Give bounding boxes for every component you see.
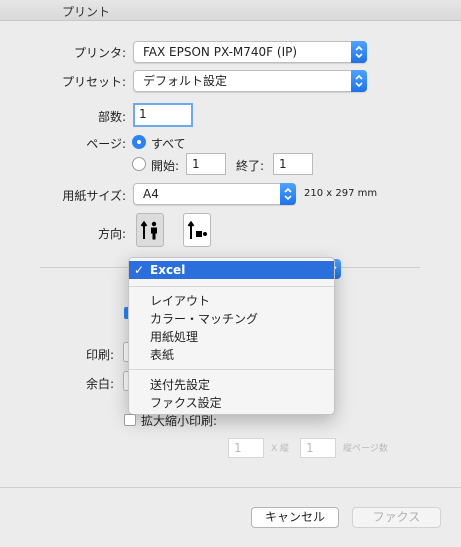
preset-label: プリセット: bbox=[61, 75, 126, 89]
menu-item-color-matching[interactable]: カラー・マッチング bbox=[150, 310, 258, 327]
pages-all-radio[interactable] bbox=[132, 135, 146, 149]
menu-item-label: Excel bbox=[150, 263, 186, 277]
scale-print-label: 拡大縮小印刷: bbox=[141, 414, 218, 428]
orientation-portrait-button[interactable] bbox=[136, 213, 164, 247]
menu-separator bbox=[129, 286, 334, 287]
menu-item-excel[interactable]: ✓ Excel bbox=[129, 261, 334, 279]
popup-stepper-icon bbox=[351, 41, 367, 63]
pages-from-label: 開始: bbox=[151, 159, 180, 173]
title-bar: プリント bbox=[0, 0, 461, 21]
menu-item-fax-settings[interactable]: ファクス設定 bbox=[150, 394, 222, 411]
pages-to-input[interactable]: 1 bbox=[273, 153, 313, 175]
menu-item-paper-handling[interactable]: 用紙処理 bbox=[150, 328, 198, 345]
orientation-label: 方向: bbox=[97, 227, 126, 241]
copies-label: 部数: bbox=[97, 110, 126, 124]
scale-x-label: X 縦 bbox=[271, 444, 290, 454]
margin-label: 余白: bbox=[85, 377, 114, 391]
orientation-landscape-button[interactable] bbox=[183, 213, 211, 247]
footer-divider bbox=[0, 487, 461, 488]
scale-y-input[interactable]: 1 bbox=[300, 438, 336, 458]
scale-print-checkbox[interactable] bbox=[124, 414, 136, 426]
fax-button[interactable]: ファクス bbox=[352, 507, 441, 528]
pages-all-label: すべて bbox=[151, 137, 186, 151]
pages-to-label: 終了: bbox=[236, 159, 265, 173]
paper-size-popup[interactable]: A4 bbox=[133, 183, 296, 205]
preset-value: デフォルト設定 bbox=[143, 74, 228, 88]
print-label: 印刷: bbox=[85, 348, 114, 362]
scale-y-label: 縦ページ数 bbox=[343, 444, 388, 454]
pages-label: ページ: bbox=[86, 137, 126, 151]
menu-separator bbox=[129, 369, 334, 370]
landscape-icon bbox=[187, 220, 207, 239]
popup-stepper-icon bbox=[351, 70, 367, 92]
menu-item-layout[interactable]: レイアウト bbox=[150, 292, 210, 309]
section-menu: ✓ Excel レイアウト カラー・マッチング 用紙処理 表紙 送付先設定 ファ… bbox=[128, 257, 335, 415]
printer-label: プリンタ: bbox=[73, 46, 126, 60]
paper-size-value: A4 bbox=[143, 187, 159, 201]
menu-item-cover[interactable]: 表紙 bbox=[150, 346, 174, 363]
printer-value: FAX EPSON PX-M740F (IP) bbox=[143, 45, 298, 59]
portrait-icon bbox=[140, 220, 157, 240]
pages-from-input[interactable]: 1 bbox=[186, 153, 226, 175]
preset-popup[interactable]: デフォルト設定 bbox=[133, 70, 367, 92]
paper-size-label: 用紙サイズ: bbox=[62, 189, 126, 203]
cancel-button[interactable]: キャンセル bbox=[251, 507, 339, 528]
popup-stepper-icon bbox=[280, 183, 296, 205]
check-icon: ✓ bbox=[134, 263, 145, 277]
printer-popup[interactable]: FAX EPSON PX-M740F (IP) bbox=[133, 41, 367, 63]
scale-x-input[interactable]: 1 bbox=[228, 438, 264, 458]
menu-item-recipients[interactable]: 送付先設定 bbox=[150, 376, 210, 393]
window-title: プリント bbox=[62, 5, 111, 19]
pages-range-radio[interactable] bbox=[132, 157, 146, 171]
copies-input[interactable]: 1 bbox=[133, 103, 193, 127]
paper-dimensions: 210 x 297 mm bbox=[304, 188, 378, 199]
